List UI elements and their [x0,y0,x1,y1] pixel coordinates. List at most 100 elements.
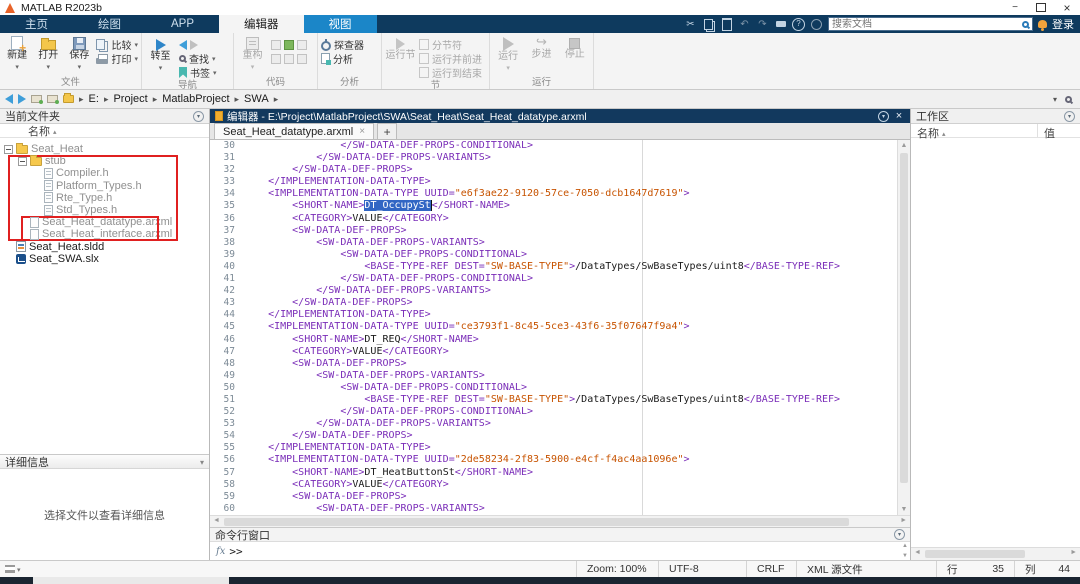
uncomment-icon[interactable] [297,39,307,50]
editor-panel-menu-icon[interactable] [878,110,889,122]
browse-folder-icon[interactable] [47,95,59,104]
command-window[interactable]: fx >> [210,542,910,560]
indent-icon[interactable] [271,53,281,64]
tree-item-compiler-h[interactable]: Compiler.h [0,167,209,179]
tab-editor[interactable]: 编辑器 [219,15,304,33]
doc-search-box[interactable] [828,17,1033,31]
maximize-button[interactable] [1028,0,1054,15]
tree-item-seat-heat[interactable]: Seat_Heat [0,142,209,155]
status-menu-button[interactable] [5,563,21,575]
run-advance-button[interactable]: 运行并前进 [419,52,482,66]
tab-apps[interactable]: APP [146,15,219,33]
editor-tab[interactable]: Seat_Heat_datatype.arxml [214,123,375,139]
scroll-up-icon[interactable] [902,543,908,549]
scroll-right-icon[interactable] [1070,549,1077,556]
close-button[interactable] [1054,0,1080,15]
undo-icon[interactable] [738,18,751,31]
tab-home[interactable]: 主页 [0,15,73,33]
status-zoom[interactable]: Zoom: 100% [576,561,658,577]
redo-icon[interactable] [756,18,769,31]
scroll-down-icon[interactable] [898,506,910,513]
collapse-toggle-icon[interactable] [4,144,13,154]
panel-menu-icon[interactable] [894,529,905,540]
back-arrow-icon[interactable] [179,39,187,50]
scroll-left-icon[interactable] [213,517,220,524]
name-column-header[interactable]: 名称 [0,124,209,138]
collapse-toggle-icon[interactable] [18,156,27,166]
tree-item-seat-swa-slx[interactable]: Seat_SWA.slx [0,253,209,265]
tree-item-rte-type-h[interactable]: Rte_Type.h [0,192,209,204]
breadcrumb-item-swa[interactable]: SWA [244,93,269,105]
address-dropdown-icon[interactable] [1053,93,1057,105]
print-icon[interactable] [774,18,787,31]
tree-item-platform-types-h[interactable]: Platform_Types.h [0,180,209,192]
section-break-button[interactable]: 分节符 [419,38,482,52]
scroll-left-icon[interactable] [914,549,921,556]
scrollbar-thumb[interactable] [925,550,1025,558]
tree-item-seat-heat-datatype-arxml[interactable]: Seat_Heat_datatype.arxml [0,216,209,228]
new-button[interactable]: 新建 [3,35,31,76]
compare-button[interactable]: 比较 [96,38,138,52]
vertical-scrollbar[interactable] [897,140,910,515]
folder-up-icon[interactable] [31,95,43,104]
help-icon[interactable] [792,18,805,31]
stop-button[interactable]: 停止 [560,35,590,76]
find-button[interactable]: 查找 [179,52,217,66]
breadcrumb-item-matlabproject[interactable]: MatlabProject [162,93,229,105]
smart-indent-icon[interactable] [297,53,307,64]
refactor-button[interactable]: 重构 [237,35,268,76]
run-to-end-button[interactable]: 运行到结束 [419,66,482,80]
panel-menu-icon[interactable] [1064,110,1075,122]
workspace-body[interactable] [911,138,1080,547]
wrap-comment-icon[interactable] [284,39,294,50]
run-section-button[interactable]: 运行节 [385,35,416,79]
search-icon[interactable] [1022,20,1029,28]
name-column-header[interactable]: 名称 [917,125,946,141]
community-icon[interactable] [810,18,823,31]
search-input[interactable] [832,18,1019,30]
signin-button[interactable]: 登录 [1052,16,1074,32]
cut-icon[interactable] [684,18,697,31]
panel-menu-icon[interactable] [193,110,204,122]
tab-close-icon[interactable] [359,126,365,137]
scrollbar-thumb[interactable] [224,518,849,526]
status-encoding[interactable]: UTF-8 [658,561,746,577]
new-tab-button[interactable] [377,123,398,139]
save-button[interactable]: 保存 [65,35,93,76]
address-search-icon[interactable] [1065,95,1072,103]
step-button[interactable]: 步进 [526,35,556,76]
code-editor[interactable]: 30 </SW-DATA-DEF-PROPS-CONDITIONAL> 31 </… [210,140,910,515]
nav-forward-icon[interactable] [18,94,26,104]
forward-arrow-icon[interactable] [190,39,198,50]
minimize-button[interactable] [1002,0,1028,15]
copy-icon[interactable] [702,18,715,31]
run-button[interactable]: 运行 [493,35,523,76]
outdent-icon[interactable] [284,53,294,64]
nav-back-icon[interactable] [5,94,13,104]
breadcrumb-item-project[interactable]: Project [113,93,147,105]
status-eol[interactable]: CRLF [746,561,796,577]
tab-plots[interactable]: 绘图 [73,15,146,33]
breadcrumb-item-e[interactable]: E: [89,93,99,105]
tree-item-seat-heat-interface-arxml[interactable]: Seat_Heat_interface.arxml [0,228,209,240]
scroll-down-icon[interactable] [902,553,908,559]
status-filetype[interactable]: XML 源文件 [796,561,936,577]
tree-item-std-types-h[interactable]: Std_Types.h [0,204,209,216]
horizontal-scrollbar[interactable] [210,515,910,527]
bell-icon[interactable] [1038,20,1047,31]
tree-item-stub[interactable]: stub [0,154,209,167]
horizontal-scrollbar[interactable] [911,547,1080,560]
comment-icon[interactable] [271,39,281,50]
value-column-header[interactable]: 值 [1044,125,1055,141]
scroll-up-icon[interactable] [898,142,910,149]
analyze-button[interactable]: 分析 [321,52,364,66]
command-scroll-arrows[interactable] [902,543,908,559]
profiler-button[interactable]: 探查器 [321,38,364,52]
print-button[interactable]: 打印 [96,52,138,66]
open-button[interactable]: 打开 [34,35,62,76]
editor-close-icon[interactable] [893,110,905,122]
goto-button[interactable]: 转至 [145,35,176,79]
bookmark-button[interactable]: 书签 [179,66,217,80]
scrollbar-thumb[interactable] [900,153,908,483]
tree-item-seat-heat-sldd[interactable]: Seat_Heat.sldd [0,241,209,253]
